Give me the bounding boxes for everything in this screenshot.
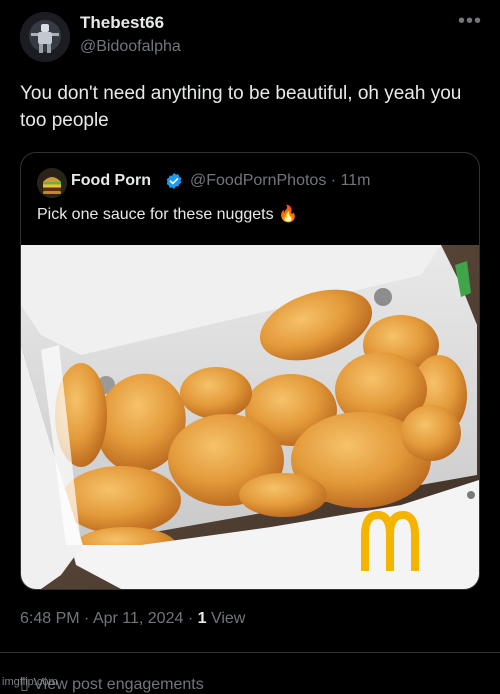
quoted-text-row: Pick one sauce for these nuggets 🔥 [37,204,298,224]
post-time[interactable]: 6:48 PM [20,610,80,627]
quoted-handle[interactable]: @FoodPornPhotos [190,172,326,189]
quoted-display-name[interactable]: Food Porn [71,172,151,190]
meta-separator: · [84,610,90,627]
burger-avatar-icon [37,168,67,198]
more-horizontal-icon[interactable]: ••• [458,10,482,33]
quoted-text: Pick one sauce for these nuggets [37,206,274,223]
nuggets-box-photo [21,245,479,589]
quoted-time[interactable]: 11m [341,172,371,189]
author-avatar[interactable] [20,12,70,62]
fire-emoji: 🔥 [278,206,298,223]
author-display-name[interactable]: Thebest66 [80,13,164,33]
views-label: View [210,610,246,627]
verified-badge-icon [166,172,182,190]
post-meta: 6:48 PM · Apr 11, 2024 · 1 View [20,610,245,628]
quoted-author-avatar[interactable] [37,168,67,198]
divider [0,652,500,653]
engagements-label: View post engagements [33,676,204,693]
post-date[interactable]: Apr 11, 2024 [93,610,183,627]
imgflip-watermark: imgflip.com [2,676,58,688]
quoted-media-image[interactable] [21,245,479,589]
robot-figure-avatar-icon [20,12,70,62]
tweet-text: You don't need anything to be beautiful,… [20,83,462,131]
author-handle[interactable]: @Bidoofalpha [80,38,181,56]
views-count: 1 [197,610,207,627]
quoted-handle-row: @FoodPornPhotos · 11m [190,172,371,190]
meta-separator: · [187,610,194,627]
separator-dot: · [330,172,337,189]
quoted-tweet-card[interactable]: Food Porn @FoodPornPhotos · 11m Pick one… [20,152,480,590]
